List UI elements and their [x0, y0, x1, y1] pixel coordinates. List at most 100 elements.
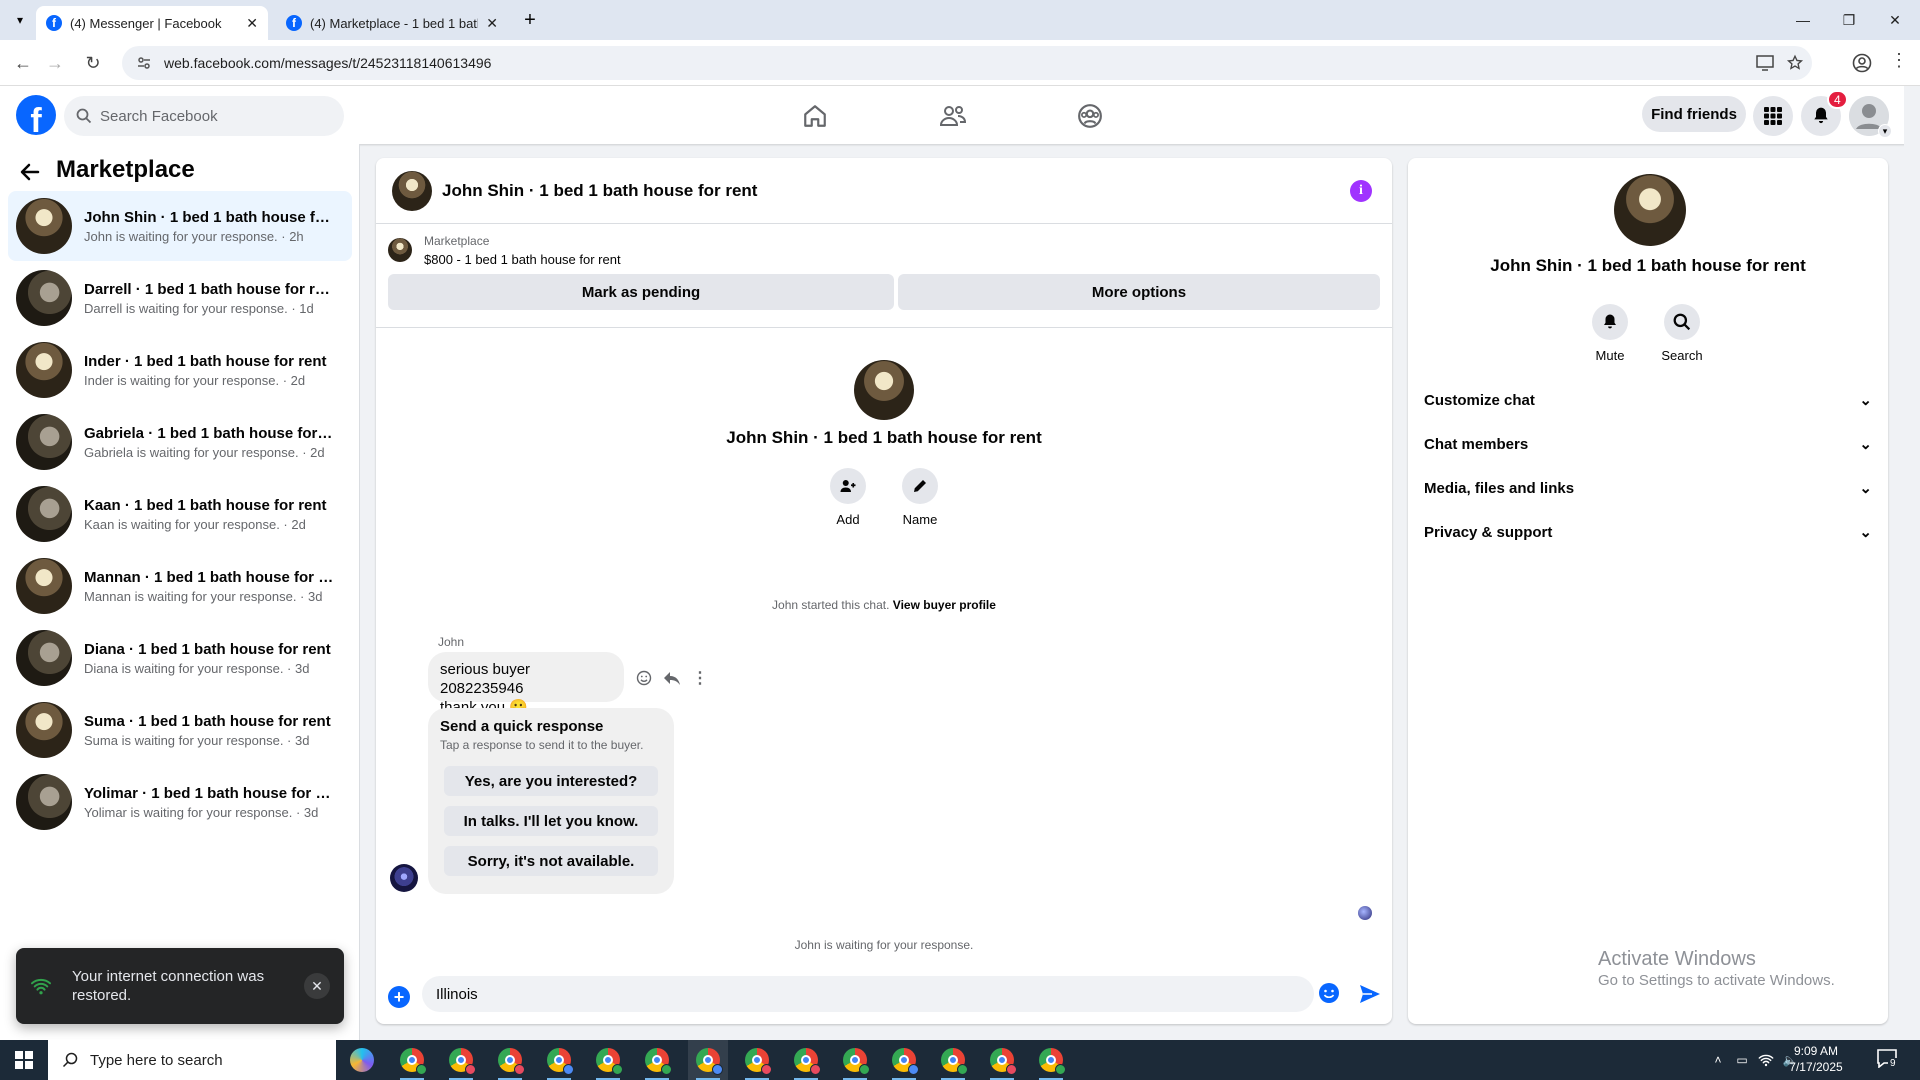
chat-title[interactable]: John Shin · 1 bed 1 bath house for rent	[442, 181, 757, 201]
profile-icon[interactable]	[1852, 53, 1872, 73]
restore-button[interactable]: ❐	[1826, 0, 1872, 40]
message-bubble[interactable]: serious buyer 2082235946 thank you 😀	[428, 652, 624, 716]
conversation-item[interactable]: Diana · 1 bed 1 bath house for rent Diana…	[8, 623, 352, 693]
sender-name: John	[438, 635, 465, 649]
new-tab-button[interactable]: +	[518, 8, 542, 32]
listing-thumbnail[interactable]	[388, 238, 412, 262]
edit-name-button[interactable]: Name	[890, 468, 950, 527]
chrome-taskbar-icon[interactable]	[645, 1048, 672, 1075]
more-options-button[interactable]: More options	[898, 274, 1380, 310]
avatar[interactable]	[392, 170, 432, 211]
plus-icon[interactable]: +	[388, 986, 410, 1008]
media-files-links-section[interactable]: Media, files and links ⌄	[1424, 468, 1872, 508]
quick-response-option[interactable]: Yes, are you interested?	[444, 766, 658, 796]
add-people-button[interactable]: Add	[818, 468, 878, 527]
conversation-item[interactable]: Darrell · 1 bed 1 bath house for rent Dar…	[8, 263, 352, 333]
notification-center-button[interactable]: 9	[1876, 1048, 1902, 1072]
windows-start-button[interactable]	[0, 1040, 48, 1080]
nav-friends[interactable]	[898, 94, 1008, 138]
tray-overflow-icon[interactable]: ˄	[1708, 1050, 1728, 1070]
chrome-taskbar-icon[interactable]	[449, 1048, 476, 1075]
toast-message: Your internet connection was restored.	[72, 968, 265, 1004]
view-buyer-profile-link[interactable]: View buyer profile	[893, 598, 996, 612]
chat-header[interactable]: John Shin · 1 bed 1 bath house for rent	[376, 158, 1392, 224]
bookmark-star-icon[interactable]	[1786, 54, 1804, 72]
chrome-taskbar-icon[interactable]	[990, 1048, 1017, 1075]
more-vertical-icon[interactable]: ⋮	[690, 668, 710, 688]
avatar[interactable]	[1614, 174, 1686, 246]
info-name: John Shin · 1 bed 1 bath house for rent	[1490, 256, 1806, 275]
facebook-search-input[interactable]: Search Facebook	[64, 96, 344, 136]
browser-menu-icon[interactable]: ⋮	[1890, 50, 1908, 71]
menu-button[interactable]	[1753, 96, 1793, 136]
conversation-item[interactable]: Gabriela · 1 bed 1 bath house for r... Ga…	[8, 407, 352, 477]
conversation-item[interactable]: Suma · 1 bed 1 bath house for rent Suma i…	[8, 695, 352, 765]
nav-home[interactable]	[760, 94, 870, 138]
avatar	[16, 198, 72, 254]
tab-search-dropdown[interactable]: ▾	[8, 8, 32, 32]
address-bar[interactable]: web.facebook.com/messages/t/245231181406…	[122, 46, 1812, 80]
tab-messenger[interactable]: f (4) Messenger | Facebook ✕	[36, 6, 268, 40]
conversation-item[interactable]: John Shin · 1 bed 1 bath house for ... Jo…	[8, 191, 352, 261]
close-tab-icon[interactable]: ✕	[246, 15, 258, 32]
chrome-taskbar-icon[interactable]	[696, 1048, 723, 1075]
close-tab-icon[interactable]: ✕	[486, 15, 498, 32]
message-line: serious buyer 2082235946	[440, 661, 531, 697]
mute-button[interactable]: Mute	[1580, 304, 1640, 363]
install-app-icon[interactable]	[1756, 55, 1774, 71]
customize-chat-section[interactable]: Customize chat ⌄	[1424, 380, 1872, 420]
page-scrollbar[interactable]	[1904, 86, 1920, 1040]
taskbar-search-input[interactable]: Type here to search	[48, 1040, 336, 1080]
chrome-taskbar-icon[interactable]	[1039, 1048, 1066, 1075]
quick-response-option[interactable]: Sorry, it's not available.	[444, 846, 658, 876]
display-icon[interactable]: ▭	[1732, 1050, 1752, 1070]
search-in-chat-button[interactable]: Search	[1652, 304, 1712, 363]
find-friends-button[interactable]: Find friends	[1642, 96, 1746, 132]
quick-response-option[interactable]: In talks. I'll let you know.	[444, 806, 658, 836]
copilot-icon[interactable]	[350, 1048, 374, 1072]
chrome-taskbar-icon[interactable]	[547, 1048, 574, 1075]
close-window-button[interactable]: ✕	[1872, 0, 1918, 40]
chat-members-section[interactable]: Chat members ⌄	[1424, 424, 1872, 464]
privacy-support-section[interactable]: Privacy & support ⌄	[1424, 512, 1872, 552]
minimize-button[interactable]: —	[1780, 0, 1826, 40]
chrome-taskbar-icon[interactable]	[843, 1048, 870, 1075]
listing-title[interactable]: $800 - 1 bed 1 bath house for rent	[424, 252, 621, 267]
conversation-item[interactable]: Inder · 1 bed 1 bath house for rent Inder…	[8, 335, 352, 405]
react-smiley-icon[interactable]	[634, 668, 654, 688]
info-icon[interactable]: i	[1350, 180, 1372, 202]
emoji-icon[interactable]	[1318, 982, 1340, 1004]
forward-button[interactable]: →	[40, 48, 70, 78]
sender-avatar[interactable]	[390, 864, 418, 892]
chrome-taskbar-icon[interactable]	[794, 1048, 821, 1075]
tab-marketplace[interactable]: f (4) Marketplace - 1 bed 1 bath ✕	[276, 6, 508, 40]
message-input[interactable]	[422, 976, 1314, 1012]
conversation-item[interactable]: Yolimar · 1 bed 1 bath house for rent Yol…	[8, 767, 352, 837]
network-icon[interactable]	[1756, 1050, 1776, 1070]
facebook-logo-icon[interactable]: f	[16, 95, 56, 135]
account-chevron-icon[interactable]: ▾	[1878, 124, 1892, 138]
back-button[interactable]: ←	[8, 48, 38, 78]
conversation-subtitle: Inder is waiting for your response. · 2d	[84, 372, 306, 388]
chrome-taskbar-icon[interactable]	[400, 1048, 427, 1075]
conversation-name: Yolimar · 1 bed 1 bath house for rent	[84, 784, 336, 802]
chrome-taskbar-icon[interactable]	[745, 1048, 772, 1075]
avatar	[16, 414, 72, 470]
tab-title: (4) Marketplace - 1 bed 1 bath	[310, 15, 479, 31]
send-icon[interactable]	[1358, 982, 1382, 1006]
reply-icon[interactable]	[662, 668, 682, 688]
taskbar-clock[interactable]: 9:09 AM 7/17/2025	[1776, 1043, 1856, 1075]
nav-groups[interactable]	[1035, 94, 1145, 138]
close-icon[interactable]: ✕	[304, 973, 330, 999]
conversation-item[interactable]: Kaan · 1 bed 1 bath house for rent Kaan i…	[8, 479, 352, 549]
chrome-taskbar-icon[interactable]	[498, 1048, 525, 1075]
chrome-taskbar-icon[interactable]	[892, 1048, 919, 1075]
chrome-taskbar-icon[interactable]	[941, 1048, 968, 1075]
site-settings-icon[interactable]	[136, 55, 152, 71]
browser-tab-bar: ▾ f (4) Messenger | Facebook ✕ f (4) Mar…	[0, 0, 1920, 40]
conversation-item[interactable]: Mannan · 1 bed 1 bath house for re... Man…	[8, 551, 352, 621]
chrome-taskbar-icon[interactable]	[596, 1048, 623, 1075]
mark-as-pending-button[interactable]: Mark as pending	[388, 274, 894, 310]
reload-button[interactable]: ↻	[78, 48, 108, 78]
back-arrow-icon[interactable]	[18, 160, 42, 184]
